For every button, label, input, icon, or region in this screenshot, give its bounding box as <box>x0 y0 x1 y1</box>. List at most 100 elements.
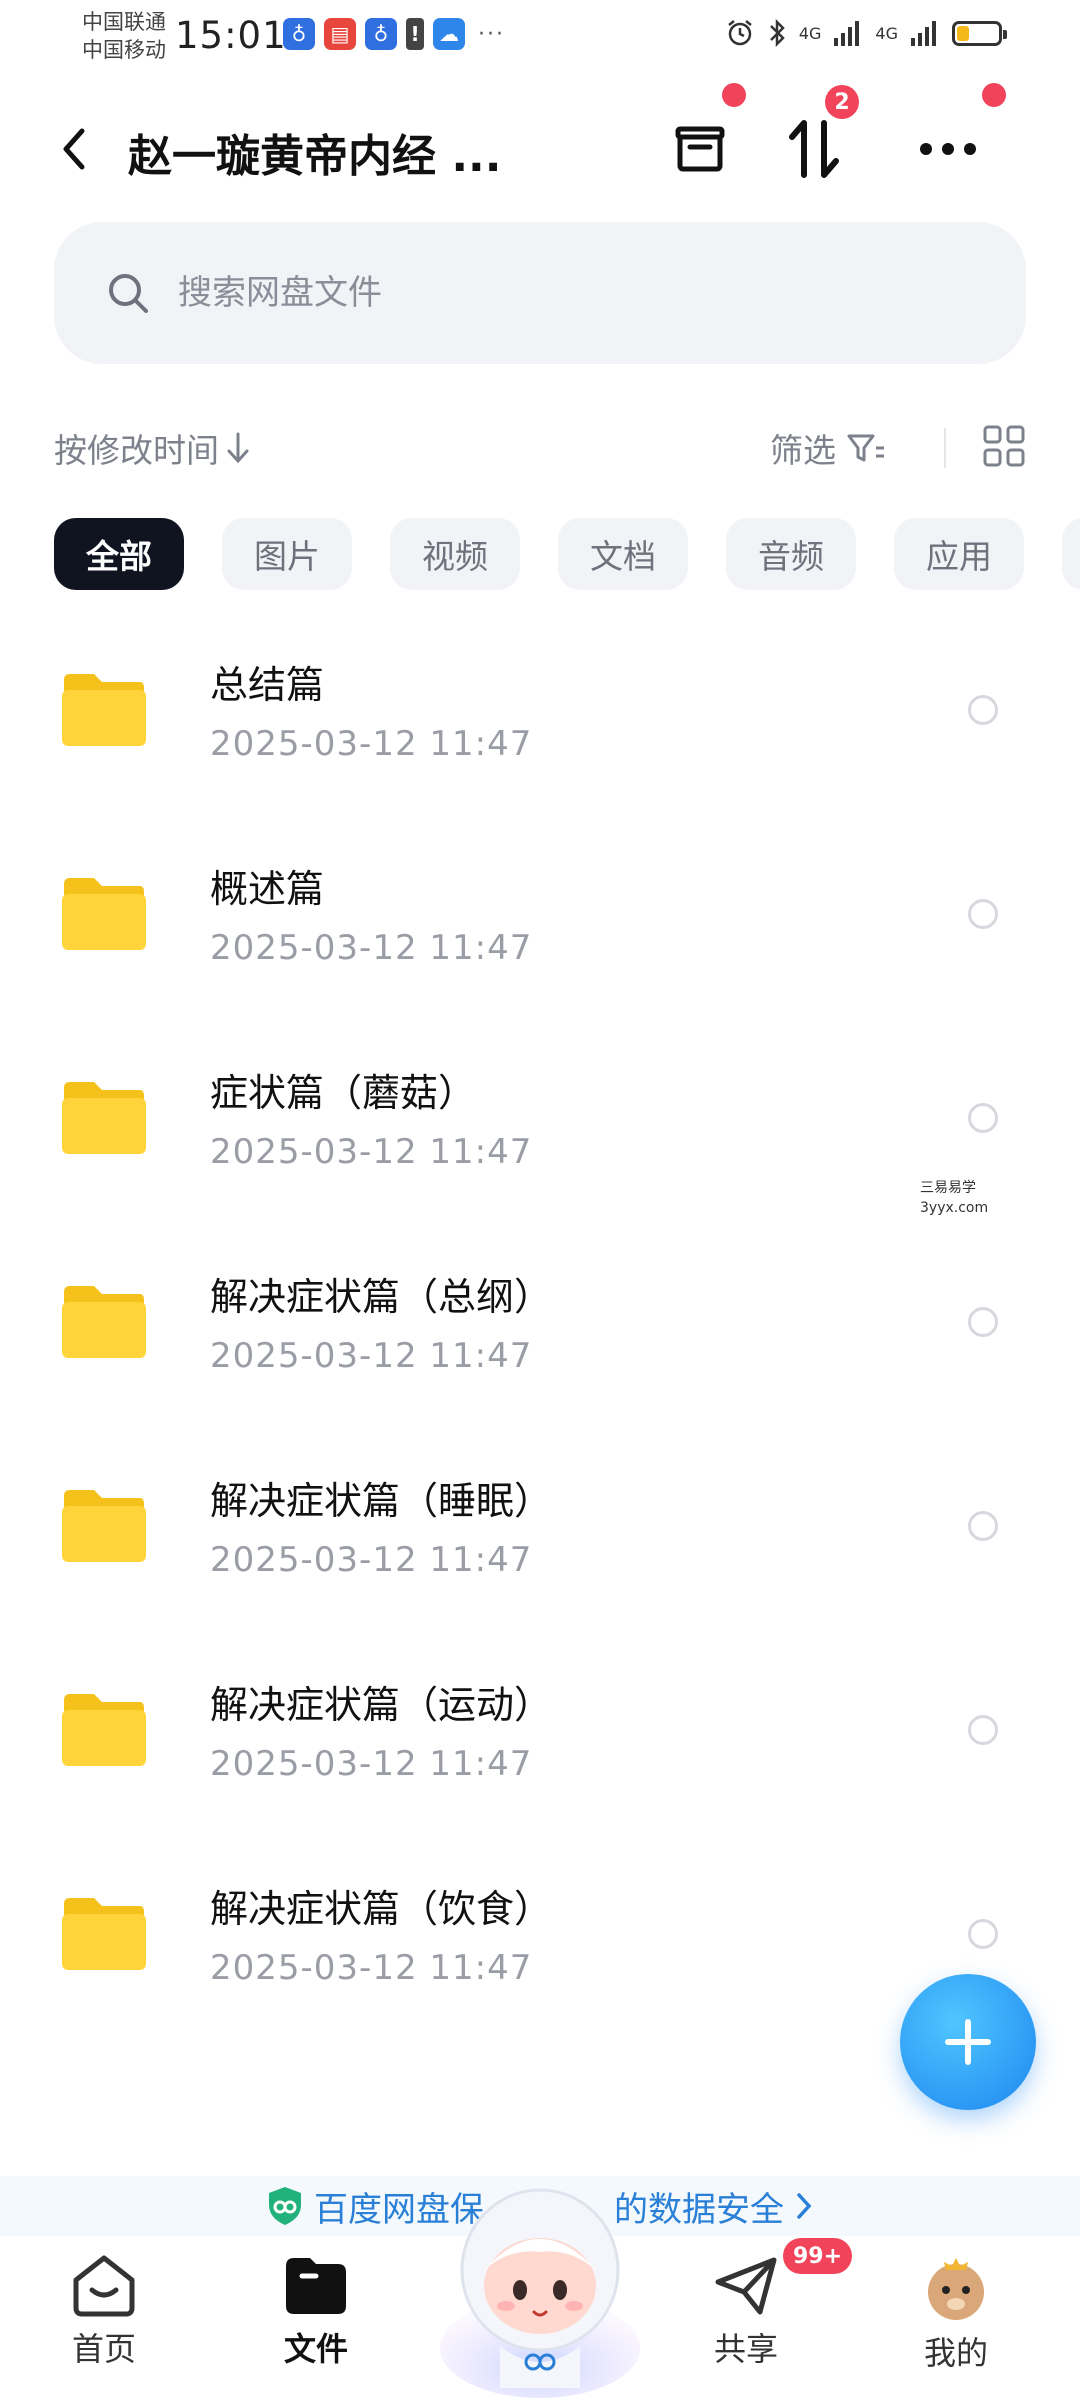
weather-notification-icon: ☁ <box>433 18 465 50</box>
file-name: 症状篇（蘑菇） <box>210 1071 477 1115</box>
chip-audio[interactable]: 音频 <box>726 518 856 590</box>
more-horizontal-icon <box>920 143 976 155</box>
nav-mine-label: 我的 <box>923 2334 988 2372</box>
nav-mine[interactable]: 我的 <box>876 2252 1036 2374</box>
more-notifications-icon: ··· <box>478 21 505 47</box>
filter-icon <box>847 434 884 462</box>
more-notification-dot <box>982 83 1006 107</box>
notification-icons: ♁ ▤ ♁ ! ☁ ··· <box>283 18 505 50</box>
page-title: 赵一璇黄帝内经 ... <box>128 131 502 182</box>
file-date: 2025-03-12 11:47 <box>210 1744 533 1784</box>
chip-all[interactable]: 全部 <box>54 518 184 590</box>
network-type-2: 4G <box>875 23 898 43</box>
signal-icon <box>911 21 936 46</box>
shopping-notification-icon: ▤ <box>324 18 356 50</box>
alert-notification-icon: ! <box>406 18 424 50</box>
network-type-1: 4G <box>798 23 822 43</box>
shield-icon <box>269 2187 301 2225</box>
folder-icon <box>62 1286 146 1358</box>
chevron-right-icon <box>797 2193 812 2219</box>
watermark: 三易易学 3yyx.com <box>920 1178 988 1218</box>
file-date: 2025-03-12 11:47 <box>210 1948 533 1988</box>
list-item[interactable]: 解决症状篇（睡眠） 2025-03-12 11:47 <box>0 1428 1080 1632</box>
select-checkbox[interactable] <box>968 1715 998 1745</box>
archive-button[interactable] <box>658 107 742 191</box>
nav-home-label: 首页 <box>71 2330 136 2368</box>
file-name: 解决症状篇（饮食） <box>210 1887 553 1931</box>
select-checkbox[interactable] <box>968 1307 998 1337</box>
watermark-line-1: 三易易学 <box>920 1180 976 1196</box>
nav-share-label: 共享 <box>713 2330 778 2368</box>
select-checkbox[interactable] <box>968 1103 998 1133</box>
signal-icon <box>834 21 860 46</box>
chip-more[interactable] <box>1062 518 1080 590</box>
status-bar: 中国联通 中国移动 15:01 ♁ ▤ ♁ ! ☁ ··· 4G 4G <box>0 0 1080 80</box>
carrier-1: 中国联通 <box>82 10 166 34</box>
list-item[interactable]: 症状篇（蘑菇） 2025-03-12 11:47 <box>0 1020 1080 1224</box>
folder-icon <box>62 1694 146 1766</box>
grid-view-icon[interactable] <box>982 424 1026 468</box>
file-date: 2025-03-12 11:47 <box>210 1336 533 1376</box>
file-name: 总结篇 <box>210 663 325 707</box>
sort-button[interactable]: 按修改时间 <box>54 424 251 472</box>
app-notification-icon: ♁ <box>365 18 397 50</box>
files-icon <box>286 2258 346 2314</box>
transfer-icon <box>789 120 839 178</box>
list-item[interactable]: 解决症状篇（运动） 2025-03-12 11:47 <box>0 1632 1080 1836</box>
chip-images[interactable]: 图片 <box>222 518 352 590</box>
chip-videos[interactable]: 视频 <box>390 518 520 590</box>
sort-label: 按修改时间 <box>54 431 219 470</box>
assistant-mascot-button[interactable] <box>430 2178 650 2400</box>
file-date: 2025-03-12 11:47 <box>210 724 533 764</box>
bluetooth-icon <box>769 18 785 48</box>
file-date: 2025-03-12 11:47 <box>210 1132 533 1172</box>
file-name: 解决症状篇（总纲） <box>210 1275 553 1319</box>
folder-icon <box>62 674 146 746</box>
alarm-icon <box>728 20 752 46</box>
divider <box>944 428 946 468</box>
search-bar[interactable] <box>54 222 1026 364</box>
search-input[interactable] <box>176 272 960 314</box>
sort-filter-bar: 按修改时间 筛选 <box>54 420 1026 476</box>
nav-home[interactable]: 首页 <box>24 2252 184 2370</box>
archive-notification-dot <box>722 83 746 107</box>
chip-documents[interactable]: 文档 <box>558 518 688 590</box>
select-checkbox[interactable] <box>968 695 998 725</box>
status-time: 15:01 <box>175 14 287 57</box>
battery-icon <box>952 20 1007 46</box>
folder-icon <box>62 1490 146 1562</box>
nav-files[interactable]: 文件 <box>236 2252 396 2370</box>
avatar <box>928 2258 984 2320</box>
folder-icon <box>62 1082 146 1154</box>
back-icon[interactable] <box>52 117 96 181</box>
transfer-count-badge: 2 <box>825 85 859 119</box>
file-date: 2025-03-12 11:47 <box>210 1540 533 1580</box>
category-chips: 全部 图片 视频 文档 音频 应用 <box>54 518 1080 590</box>
add-button[interactable] <box>900 1974 1036 2110</box>
folder-icon <box>62 1898 146 1970</box>
more-options-button[interactable] <box>906 107 990 191</box>
search-icon <box>109 274 148 313</box>
system-indicators: 4G 4G <box>725 18 1007 48</box>
file-name: 解决症状篇（睡眠） <box>210 1479 553 1523</box>
app-header: 赵一璇黄帝内经 ... 2 <box>0 83 1080 205</box>
list-item[interactable]: 概述篇 2025-03-12 11:47 <box>0 816 1080 1020</box>
select-checkbox[interactable] <box>968 1511 998 1541</box>
list-item[interactable]: 解决症状篇（总纲） 2025-03-12 11:47 <box>0 1224 1080 1428</box>
chip-apps[interactable]: 应用 <box>894 518 1024 590</box>
app-notification-icon: ♁ <box>283 18 315 50</box>
transfer-button[interactable] <box>772 107 856 191</box>
nav-files-label: 文件 <box>283 2330 348 2368</box>
folder-icon <box>62 878 146 950</box>
carrier-labels: 中国联通 中国移动 <box>82 8 166 64</box>
home-icon <box>73 2255 135 2317</box>
filter-button[interactable]: 筛选 <box>770 424 886 472</box>
battery-level <box>957 25 969 41</box>
share-count-badge: 99+ <box>783 2238 853 2274</box>
list-item[interactable]: 总结篇 2025-03-12 11:47 <box>0 612 1080 816</box>
select-checkbox[interactable] <box>968 899 998 929</box>
select-checkbox[interactable] <box>968 1919 998 1949</box>
filter-label: 筛选 <box>770 431 836 470</box>
file-date: 2025-03-12 11:47 <box>210 928 533 968</box>
arrow-down-icon <box>227 432 249 464</box>
